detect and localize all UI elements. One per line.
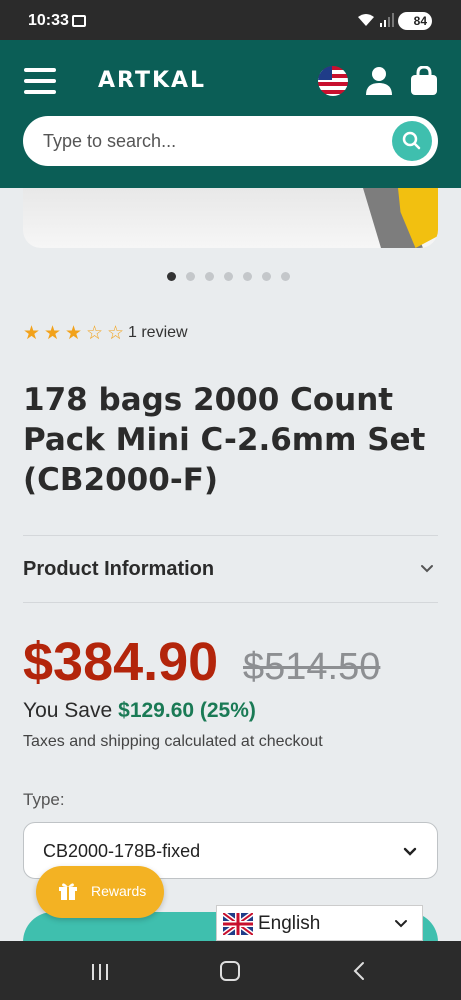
search-button[interactable] [392, 121, 432, 161]
product-information-accordion[interactable]: Product Information [23, 536, 438, 602]
chevron-down-icon [403, 847, 417, 856]
recents-icon[interactable] [90, 963, 110, 981]
carousel-dot[interactable] [224, 272, 233, 281]
us-flag-icon[interactable] [318, 66, 348, 96]
tax-note: Taxes and shipping calculated at checkou… [23, 733, 323, 750]
back-icon[interactable] [352, 961, 366, 981]
screenshot-icon [72, 15, 86, 27]
carousel-dot[interactable] [262, 272, 271, 281]
status-time: 10:33 [28, 12, 69, 29]
product-title: 178 bags 2000 Count Pack Mini C-2.6mm Se… [23, 382, 426, 498]
review-count[interactable]: 1 review [128, 324, 188, 342]
type-label: Type: [23, 790, 65, 809]
logo[interactable]: ARTKAL [98, 68, 206, 93]
compare-price: $514.50 [243, 646, 381, 688]
carousel-dot[interactable] [167, 272, 176, 281]
carousel-dots [167, 272, 290, 282]
rewards-label: Rewards [91, 883, 147, 899]
wifi-icon [358, 14, 374, 26]
carousel-dot[interactable] [281, 272, 290, 281]
save-label: You Save [23, 699, 113, 722]
search-bar [23, 116, 438, 166]
status-bar: 10:33 84 [0, 0, 461, 40]
user-icon[interactable] [365, 66, 393, 96]
system-nav-bar [0, 941, 461, 1000]
uk-flag-icon [223, 913, 253, 935]
home-icon[interactable] [220, 961, 240, 981]
search-icon [402, 131, 421, 150]
cart-icon[interactable] [410, 66, 438, 96]
star-empty-icon: ☆ [107, 322, 125, 344]
language-label: English [258, 913, 321, 934]
star-filled-icon: ★ [65, 322, 83, 344]
chevron-down-icon [395, 920, 407, 928]
accordion-label: Product Information [23, 558, 215, 580]
gift-icon [59, 883, 77, 900]
battery-indicator: 84 [398, 12, 432, 30]
star-empty-icon: ☆ [86, 322, 104, 344]
search-input[interactable] [43, 116, 383, 166]
rating[interactable]: ★ ★ ★ ☆ ☆ 1 review [23, 322, 188, 344]
star-filled-icon: ★ [44, 322, 62, 344]
carousel-dot[interactable] [243, 272, 252, 281]
chevron-down-icon [421, 565, 433, 573]
hamburger-icon[interactable] [24, 68, 56, 94]
price: $384.90 [23, 632, 219, 692]
star-filled-icon: ★ [23, 322, 41, 344]
signal-icon [380, 13, 394, 27]
divider [23, 602, 438, 603]
product-image[interactable] [23, 188, 438, 248]
type-select-value: CB2000-178B-fixed [43, 841, 201, 861]
save-amount: $129.60 (25%) [118, 699, 256, 722]
carousel-dot[interactable] [186, 272, 195, 281]
save-row: You Save $129.60 (25%) [23, 699, 256, 723]
rewards-button[interactable]: Rewards [36, 866, 164, 918]
language-select[interactable]: English [216, 905, 423, 941]
carousel-dot[interactable] [205, 272, 214, 281]
